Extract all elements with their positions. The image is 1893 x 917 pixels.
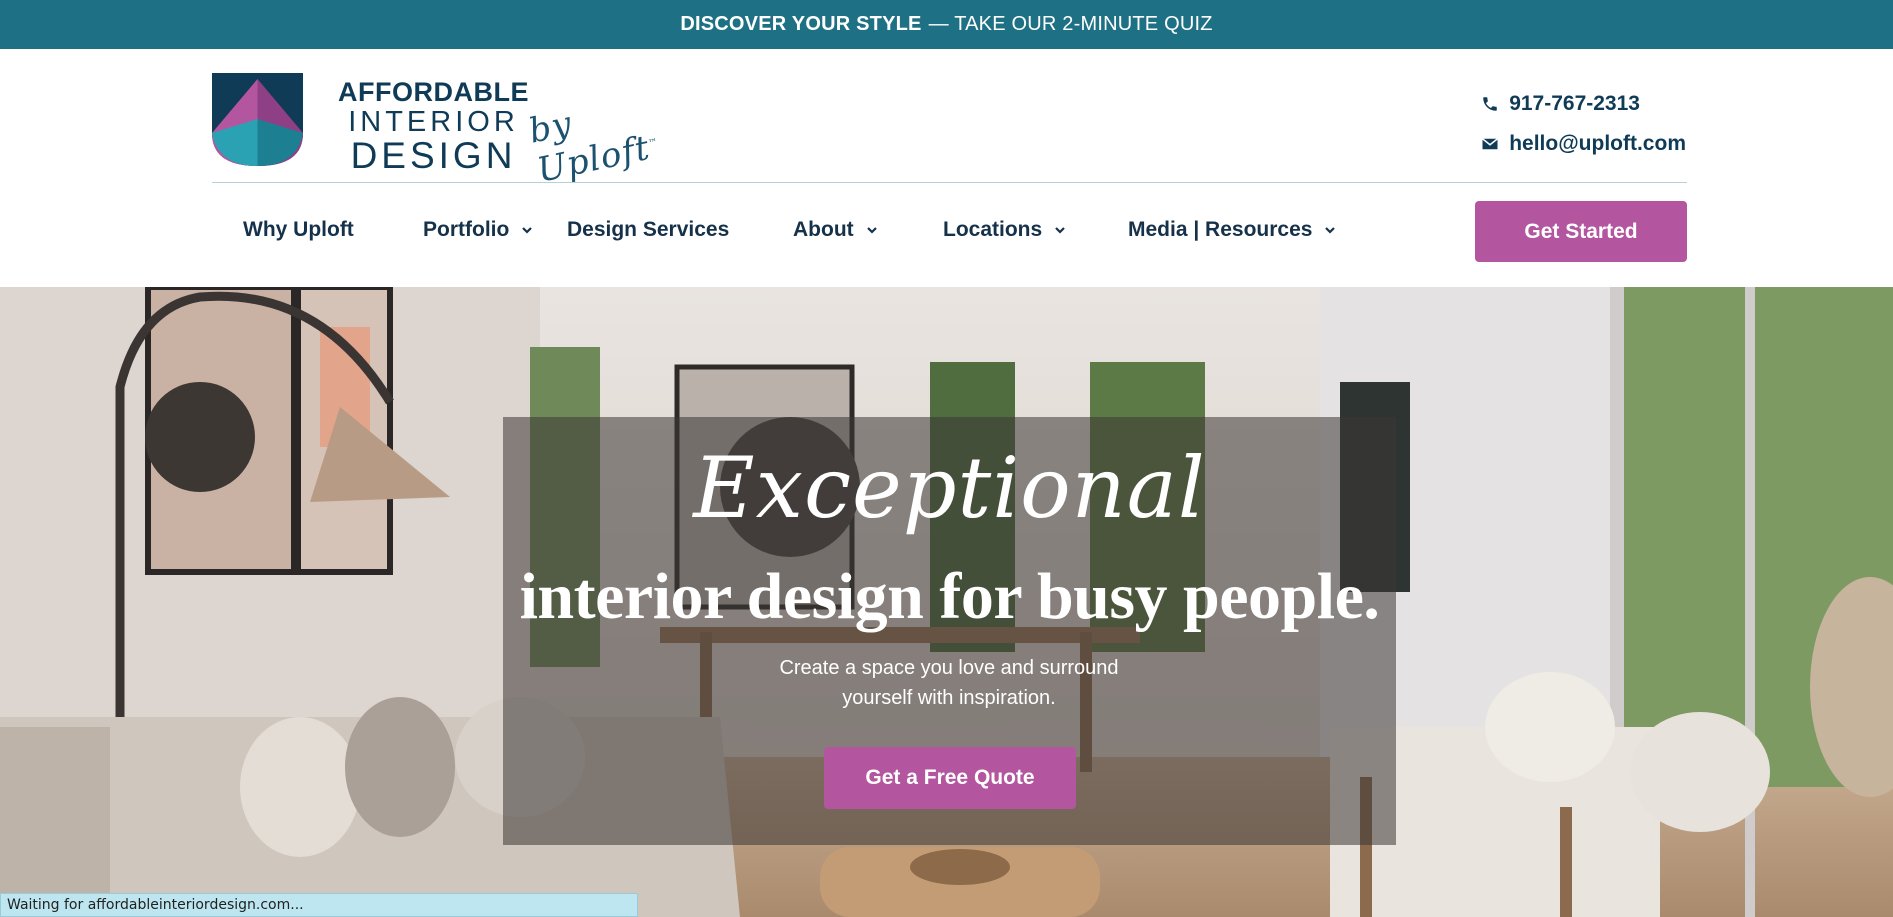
logo-line-design: DESIGN — [350, 135, 517, 176]
nav-item-design-services[interactable]: Design Services — [567, 199, 729, 261]
phone-link[interactable]: 917-767-2313 — [1481, 84, 1686, 124]
chevron-down-icon — [866, 227, 877, 234]
email-address: hello@uploft.com — [1509, 132, 1686, 155]
phone-number: 917-767-2313 — [1509, 92, 1640, 115]
nav-item-label: Why Uploft — [243, 218, 354, 241]
logo-line-interior: INTERIOR — [348, 106, 519, 138]
nav-item-about[interactable]: About — [793, 199, 878, 261]
nav-item-label: Media | Resources — [1128, 218, 1313, 241]
nav-item-media-resources[interactable]: Media | Resources — [1128, 199, 1336, 261]
browser-status-bar: Waiting for affordableinteriordesign.com… — [0, 893, 638, 917]
logo-wordmark: AFFORDABLE INTERIOR DESIGN — [338, 77, 529, 175]
logo-signature-text: by Uploft — [525, 103, 654, 191]
banner-quiz-text: — TAKE OUR 2-MINUTE QUIZ — [928, 13, 1213, 35]
chevron-down-icon — [1055, 227, 1065, 234]
nav-item-portfolio[interactable]: Portfolio — [423, 199, 533, 261]
nav-item-label: Portfolio — [423, 218, 510, 241]
site-header: AFFORDABLE INTERIOR DESIGN by Uploft™ 91… — [0, 49, 1893, 287]
hero-overlay-panel: Exceptional interior design for busy peo… — [503, 417, 1396, 845]
logo-shield-icon — [212, 73, 303, 166]
nav-item-label: Design Services — [567, 218, 730, 241]
header-divider — [212, 182, 1687, 183]
style-quiz-banner[interactable]: DISCOVER YOUR STYLE — TAKE OUR 2-MINUTE … — [0, 0, 1893, 49]
nav-item-label: Locations — [943, 218, 1043, 241]
get-started-button[interactable]: Get Started — [1475, 201, 1687, 262]
chevron-down-icon — [1325, 227, 1336, 234]
nav-item-label: About — [793, 218, 854, 241]
hero-script-heading: Exceptional — [693, 439, 1206, 537]
banner-strong-text: DISCOVER YOUR STYLE — [680, 13, 922, 35]
logo-trademark: ™ — [647, 137, 660, 150]
hero-section: Exceptional interior design for busy peo… — [0, 287, 1893, 917]
chevron-down-icon — [522, 227, 533, 234]
nav-item-why-uploft[interactable]: Why Uploft — [243, 199, 354, 261]
logo-line-affordable: AFFORDABLE — [338, 77, 529, 107]
free-quote-button[interactable]: Get a Free Quote — [824, 747, 1076, 809]
email-link[interactable]: hello@uploft.com — [1481, 124, 1686, 164]
logo-signature: by Uploft™ — [525, 79, 698, 191]
phone-icon — [1483, 97, 1497, 111]
contact-info: 917-767-2313 hello@uploft.com — [1481, 84, 1686, 164]
hero-title: interior design for busy people. — [519, 560, 1380, 633]
hero-subtitle: Create a space you love and surround you… — [779, 657, 1119, 709]
envelope-icon — [1482, 138, 1499, 150]
site-logo[interactable]: AFFORDABLE INTERIOR DESIGN by Uploft™ — [212, 73, 692, 191]
nav-item-locations[interactable]: Locations — [943, 199, 1066, 261]
